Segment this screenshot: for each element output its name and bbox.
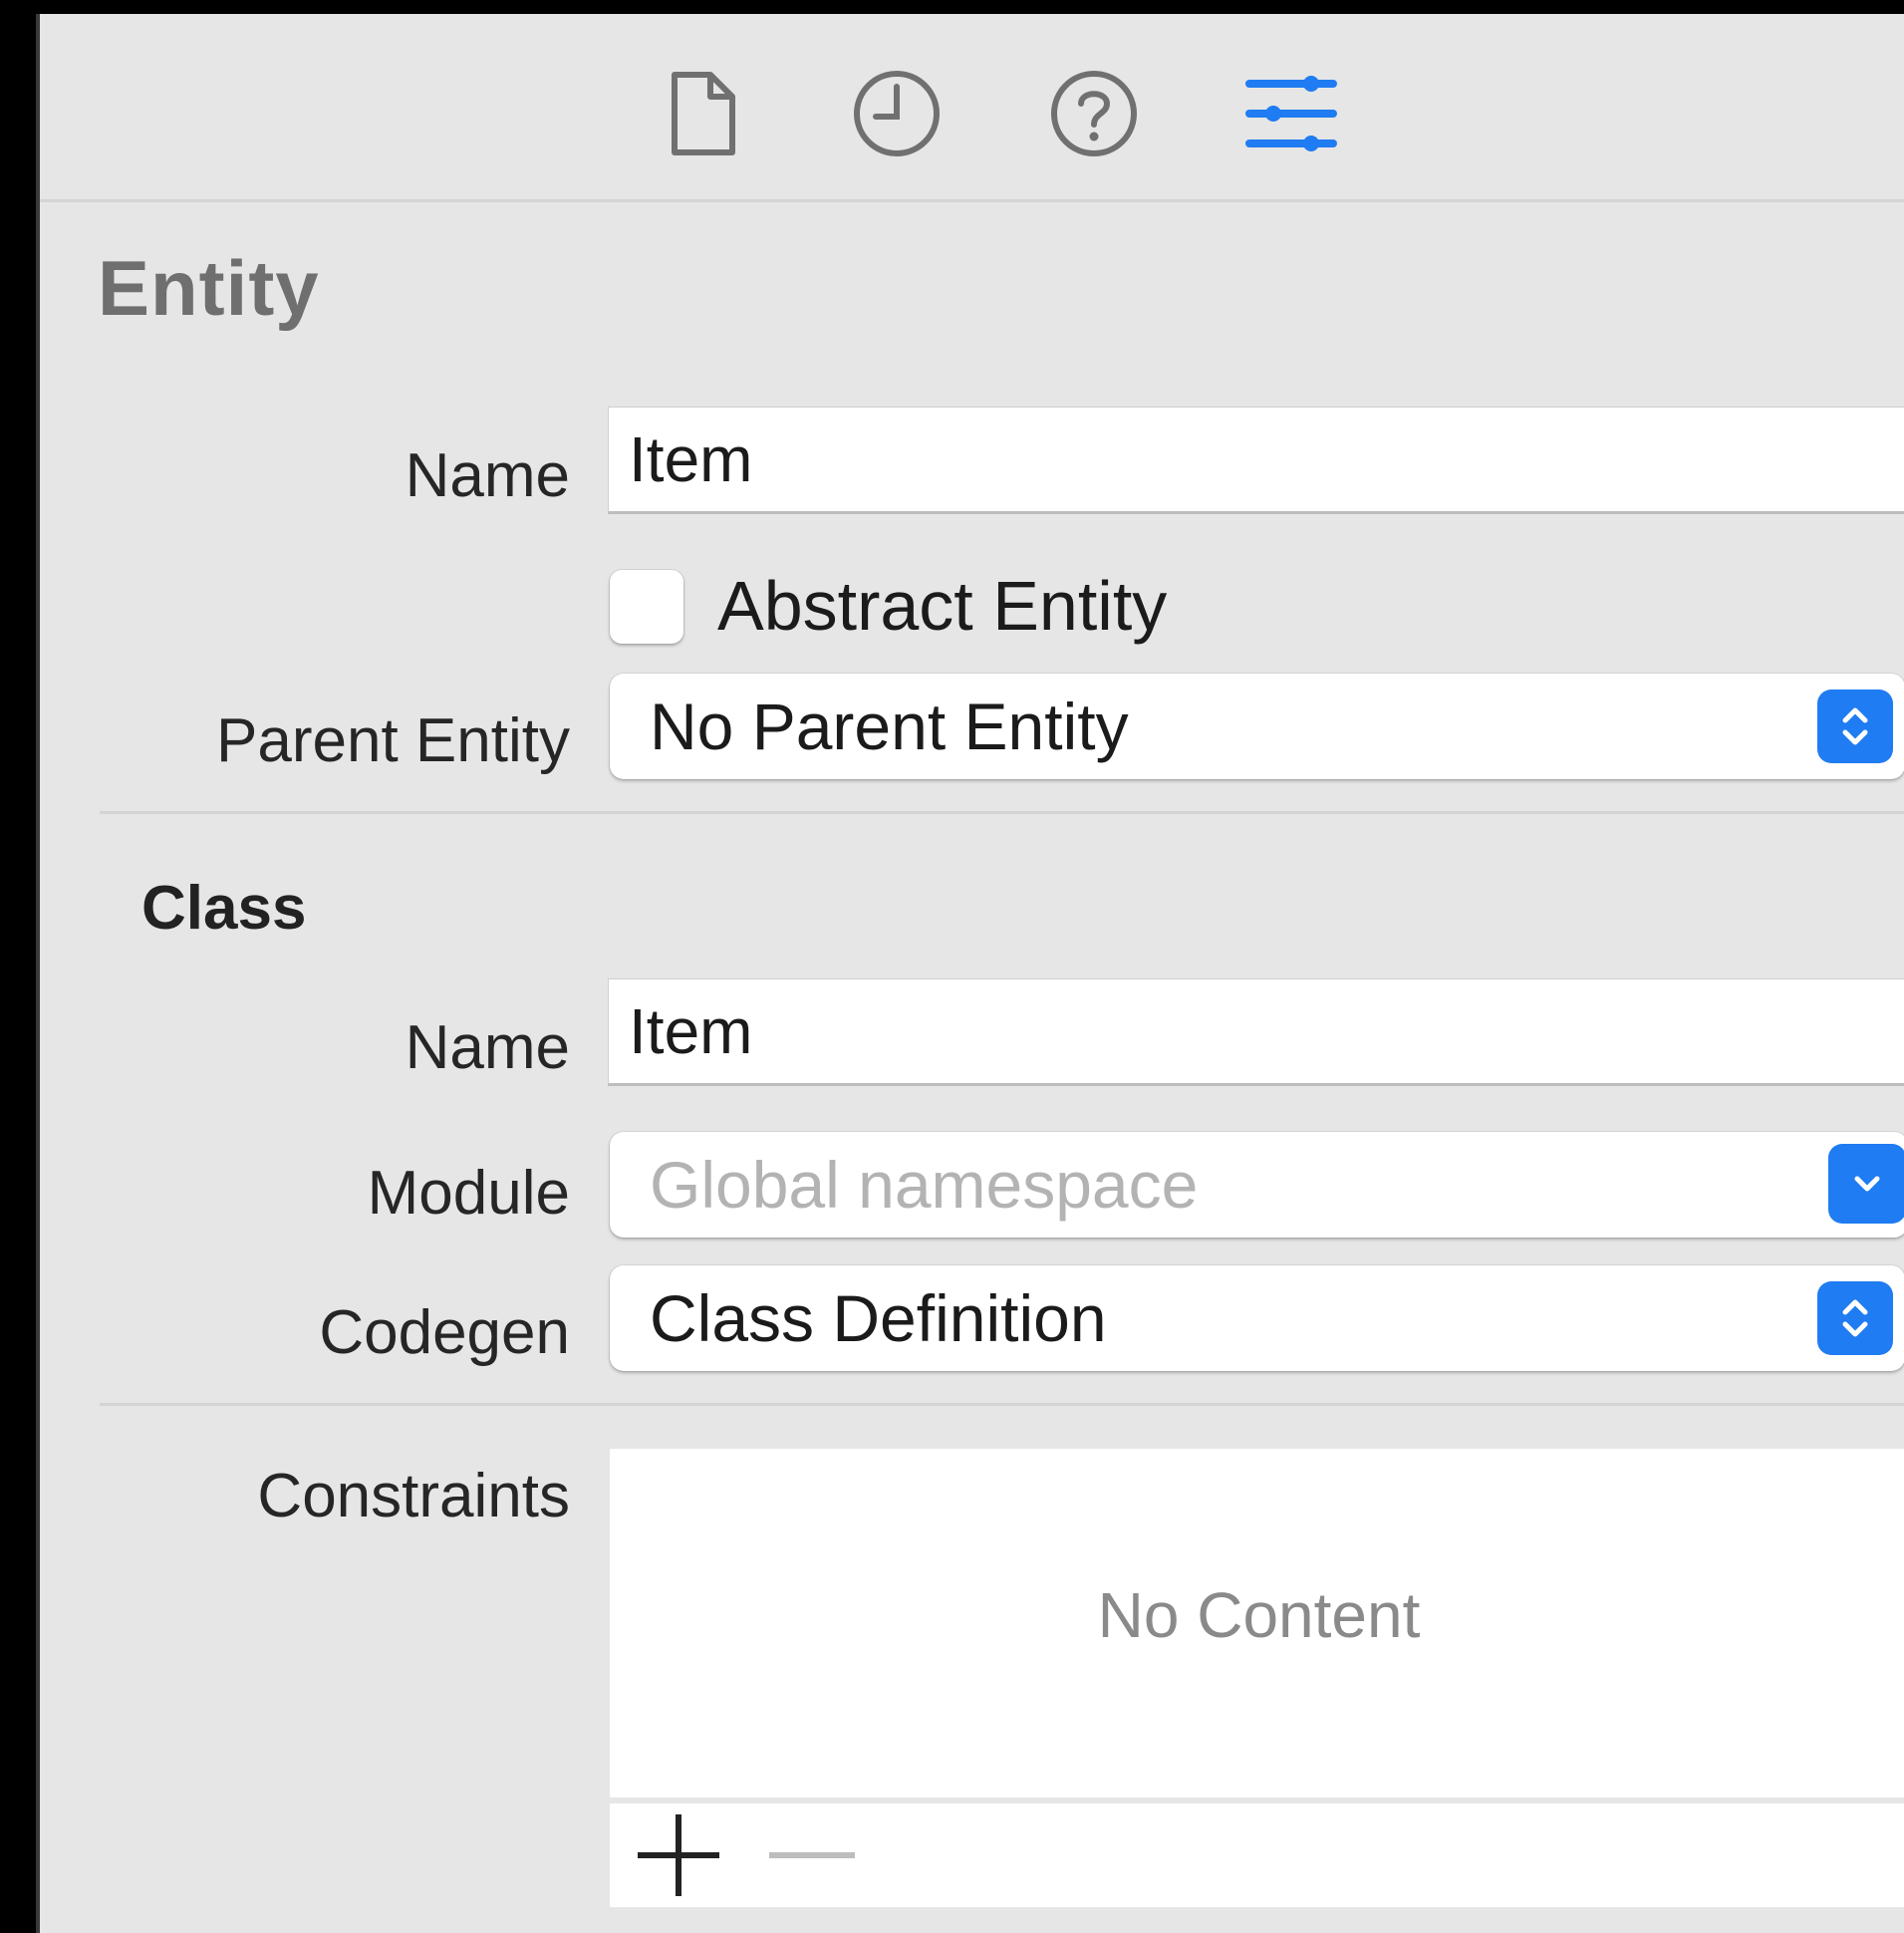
inspector-toolbar: [40, 14, 1904, 202]
class-name-label: Name: [405, 1013, 570, 1082]
up-down-chevron-icon[interactable]: [1817, 1281, 1893, 1355]
window-frame: Entity Name Item Abstract Entity Parent …: [0, 0, 1904, 1933]
quick-help-icon[interactable]: [1046, 66, 1142, 161]
no-content-text: No Content: [1097, 1579, 1421, 1651]
abstract-entity-checkbox[interactable]: [610, 570, 683, 644]
module-label: Module: [367, 1159, 570, 1228]
class-section-title: Class: [141, 874, 307, 943]
module-placeholder: Global namespace: [650, 1148, 1199, 1222]
up-down-chevron-icon[interactable]: [1817, 690, 1893, 763]
codegen-value: Class Definition: [650, 1281, 1107, 1355]
constraints-table[interactable]: No Content: [610, 1449, 1904, 1797]
module-combo-box[interactable]: Global namespace: [610, 1132, 1904, 1238]
class-name-field[interactable]: Item: [608, 978, 1904, 1086]
entity-name-field[interactable]: Item: [608, 407, 1904, 514]
section-divider: [100, 811, 1904, 814]
section-divider: [100, 1403, 1904, 1406]
abstract-entity-label[interactable]: Abstract Entity: [717, 566, 1167, 646]
parent-entity-label: Parent Entity: [216, 706, 570, 775]
parent-entity-popup[interactable]: No Parent Entity: [610, 674, 1904, 779]
chevron-down-icon[interactable]: [1828, 1144, 1904, 1224]
codegen-popup[interactable]: Class Definition: [610, 1265, 1904, 1371]
data-model-inspector: Entity Name Item Abstract Entity Parent …: [36, 14, 1904, 1933]
history-inspector-icon[interactable]: [849, 66, 945, 161]
attributes-inspector-icon[interactable]: [1243, 66, 1339, 161]
file-inspector-icon[interactable]: [656, 66, 751, 161]
minus-icon[interactable]: [757, 1803, 867, 1907]
parent-entity-value: No Parent Entity: [650, 690, 1129, 763]
entity-name-label: Name: [405, 441, 570, 510]
entity-section-title: Entity: [98, 244, 320, 332]
constraints-label: Constraints: [257, 1462, 570, 1530]
codegen-label: Codegen: [319, 1298, 570, 1367]
constraints-footer: [610, 1803, 1904, 1907]
plus-icon[interactable]: [624, 1803, 733, 1907]
